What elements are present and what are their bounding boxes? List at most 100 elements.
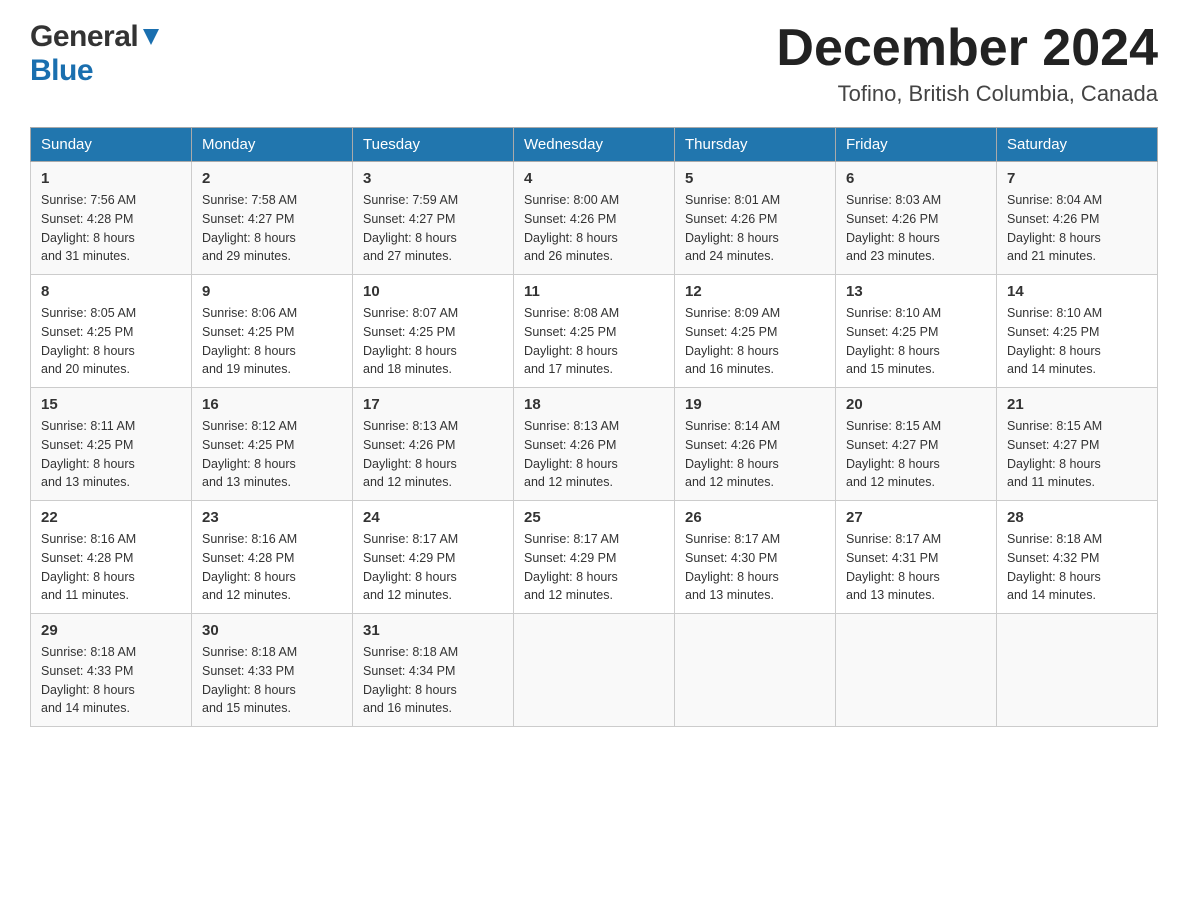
day-number: 4	[524, 170, 664, 187]
day-info: Sunrise: 8:03 AMSunset: 4:26 PMDaylight:…	[846, 191, 986, 266]
day-info: Sunrise: 8:01 AMSunset: 4:26 PMDaylight:…	[685, 191, 825, 266]
calendar-cell: 13 Sunrise: 8:10 AMSunset: 4:25 PMDaylig…	[836, 275, 997, 388]
calendar-cell: 24 Sunrise: 8:17 AMSunset: 4:29 PMDaylig…	[353, 501, 514, 614]
day-info: Sunrise: 7:59 AMSunset: 4:27 PMDaylight:…	[363, 191, 503, 266]
day-info: Sunrise: 8:05 AMSunset: 4:25 PMDaylight:…	[41, 304, 181, 379]
day-info: Sunrise: 8:10 AMSunset: 4:25 PMDaylight:…	[846, 304, 986, 379]
calendar-cell: 29 Sunrise: 8:18 AMSunset: 4:33 PMDaylig…	[31, 614, 192, 727]
month-title: December 2024	[776, 20, 1158, 77]
day-number: 12	[685, 283, 825, 300]
day-number: 2	[202, 170, 342, 187]
day-number: 13	[846, 283, 986, 300]
day-info: Sunrise: 8:04 AMSunset: 4:26 PMDaylight:…	[1007, 191, 1147, 266]
calendar-cell	[836, 614, 997, 727]
day-number: 21	[1007, 396, 1147, 413]
day-number: 28	[1007, 509, 1147, 526]
calendar-cell: 18 Sunrise: 8:13 AMSunset: 4:26 PMDaylig…	[514, 388, 675, 501]
day-info: Sunrise: 7:56 AMSunset: 4:28 PMDaylight:…	[41, 191, 181, 266]
calendar-week-3: 15 Sunrise: 8:11 AMSunset: 4:25 PMDaylig…	[31, 388, 1158, 501]
day-info: Sunrise: 8:17 AMSunset: 4:30 PMDaylight:…	[685, 530, 825, 605]
calendar-cell: 4 Sunrise: 8:00 AMSunset: 4:26 PMDayligh…	[514, 162, 675, 275]
calendar-cell: 10 Sunrise: 8:07 AMSunset: 4:25 PMDaylig…	[353, 275, 514, 388]
logo-triangle-icon	[141, 29, 161, 50]
day-number: 22	[41, 509, 181, 526]
calendar-cell	[675, 614, 836, 727]
calendar-week-2: 8 Sunrise: 8:05 AMSunset: 4:25 PMDayligh…	[31, 275, 1158, 388]
day-number: 31	[363, 622, 503, 639]
calendar-cell: 12 Sunrise: 8:09 AMSunset: 4:25 PMDaylig…	[675, 275, 836, 388]
logo-general-text: General	[30, 20, 138, 54]
logo: General Blue	[30, 20, 161, 88]
day-info: Sunrise: 8:15 AMSunset: 4:27 PMDaylight:…	[1007, 417, 1147, 492]
calendar-cell: 25 Sunrise: 8:17 AMSunset: 4:29 PMDaylig…	[514, 501, 675, 614]
calendar-cell: 9 Sunrise: 8:06 AMSunset: 4:25 PMDayligh…	[192, 275, 353, 388]
day-number: 5	[685, 170, 825, 187]
day-number: 29	[41, 622, 181, 639]
day-number: 7	[1007, 170, 1147, 187]
calendar-cell	[997, 614, 1158, 727]
calendar-cell: 19 Sunrise: 8:14 AMSunset: 4:26 PMDaylig…	[675, 388, 836, 501]
calendar-cell: 20 Sunrise: 8:15 AMSunset: 4:27 PMDaylig…	[836, 388, 997, 501]
location-subtitle: Tofino, British Columbia, Canada	[776, 81, 1158, 107]
day-number: 11	[524, 283, 664, 300]
day-number: 1	[41, 170, 181, 187]
day-number: 3	[363, 170, 503, 187]
day-number: 27	[846, 509, 986, 526]
calendar-week-1: 1 Sunrise: 7:56 AMSunset: 4:28 PMDayligh…	[31, 162, 1158, 275]
calendar-cell: 7 Sunrise: 8:04 AMSunset: 4:26 PMDayligh…	[997, 162, 1158, 275]
day-info: Sunrise: 8:18 AMSunset: 4:34 PMDaylight:…	[363, 643, 503, 718]
day-number: 20	[846, 396, 986, 413]
calendar-cell: 31 Sunrise: 8:18 AMSunset: 4:34 PMDaylig…	[353, 614, 514, 727]
day-info: Sunrise: 8:08 AMSunset: 4:25 PMDaylight:…	[524, 304, 664, 379]
day-number: 14	[1007, 283, 1147, 300]
col-header-thursday: Thursday	[675, 128, 836, 162]
day-number: 9	[202, 283, 342, 300]
calendar-cell: 5 Sunrise: 8:01 AMSunset: 4:26 PMDayligh…	[675, 162, 836, 275]
calendar-cell: 16 Sunrise: 8:12 AMSunset: 4:25 PMDaylig…	[192, 388, 353, 501]
day-number: 18	[524, 396, 664, 413]
day-info: Sunrise: 8:14 AMSunset: 4:26 PMDaylight:…	[685, 417, 825, 492]
col-header-friday: Friday	[836, 128, 997, 162]
col-header-sunday: Sunday	[31, 128, 192, 162]
calendar-cell: 15 Sunrise: 8:11 AMSunset: 4:25 PMDaylig…	[31, 388, 192, 501]
calendar-cell: 26 Sunrise: 8:17 AMSunset: 4:30 PMDaylig…	[675, 501, 836, 614]
title-section: December 2024 Tofino, British Columbia, …	[776, 20, 1158, 107]
calendar-table: Sunday Monday Tuesday Wednesday Thursday…	[30, 127, 1158, 727]
col-header-saturday: Saturday	[997, 128, 1158, 162]
day-number: 8	[41, 283, 181, 300]
calendar-cell: 8 Sunrise: 8:05 AMSunset: 4:25 PMDayligh…	[31, 275, 192, 388]
calendar-cell: 22 Sunrise: 8:16 AMSunset: 4:28 PMDaylig…	[31, 501, 192, 614]
day-info: Sunrise: 8:18 AMSunset: 4:32 PMDaylight:…	[1007, 530, 1147, 605]
calendar-cell: 27 Sunrise: 8:17 AMSunset: 4:31 PMDaylig…	[836, 501, 997, 614]
day-info: Sunrise: 7:58 AMSunset: 4:27 PMDaylight:…	[202, 191, 342, 266]
calendar-cell: 2 Sunrise: 7:58 AMSunset: 4:27 PMDayligh…	[192, 162, 353, 275]
col-header-tuesday: Tuesday	[353, 128, 514, 162]
day-number: 19	[685, 396, 825, 413]
day-number: 6	[846, 170, 986, 187]
col-header-wednesday: Wednesday	[514, 128, 675, 162]
calendar-cell: 23 Sunrise: 8:16 AMSunset: 4:28 PMDaylig…	[192, 501, 353, 614]
day-number: 17	[363, 396, 503, 413]
day-number: 15	[41, 396, 181, 413]
calendar-cell: 17 Sunrise: 8:13 AMSunset: 4:26 PMDaylig…	[353, 388, 514, 501]
day-info: Sunrise: 8:10 AMSunset: 4:25 PMDaylight:…	[1007, 304, 1147, 379]
day-info: Sunrise: 8:18 AMSunset: 4:33 PMDaylight:…	[41, 643, 181, 718]
day-info: Sunrise: 8:07 AMSunset: 4:25 PMDaylight:…	[363, 304, 503, 379]
calendar-week-4: 22 Sunrise: 8:16 AMSunset: 4:28 PMDaylig…	[31, 501, 1158, 614]
day-number: 26	[685, 509, 825, 526]
day-info: Sunrise: 8:09 AMSunset: 4:25 PMDaylight:…	[685, 304, 825, 379]
day-number: 23	[202, 509, 342, 526]
day-number: 16	[202, 396, 342, 413]
calendar-header-row: Sunday Monday Tuesday Wednesday Thursday…	[31, 128, 1158, 162]
day-info: Sunrise: 8:13 AMSunset: 4:26 PMDaylight:…	[363, 417, 503, 492]
col-header-monday: Monday	[192, 128, 353, 162]
day-info: Sunrise: 8:17 AMSunset: 4:31 PMDaylight:…	[846, 530, 986, 605]
day-number: 10	[363, 283, 503, 300]
day-info: Sunrise: 8:11 AMSunset: 4:25 PMDaylight:…	[41, 417, 181, 492]
calendar-week-5: 29 Sunrise: 8:18 AMSunset: 4:33 PMDaylig…	[31, 614, 1158, 727]
day-info: Sunrise: 8:06 AMSunset: 4:25 PMDaylight:…	[202, 304, 342, 379]
day-info: Sunrise: 8:15 AMSunset: 4:27 PMDaylight:…	[846, 417, 986, 492]
day-info: Sunrise: 8:17 AMSunset: 4:29 PMDaylight:…	[363, 530, 503, 605]
calendar-cell	[514, 614, 675, 727]
calendar-cell: 21 Sunrise: 8:15 AMSunset: 4:27 PMDaylig…	[997, 388, 1158, 501]
